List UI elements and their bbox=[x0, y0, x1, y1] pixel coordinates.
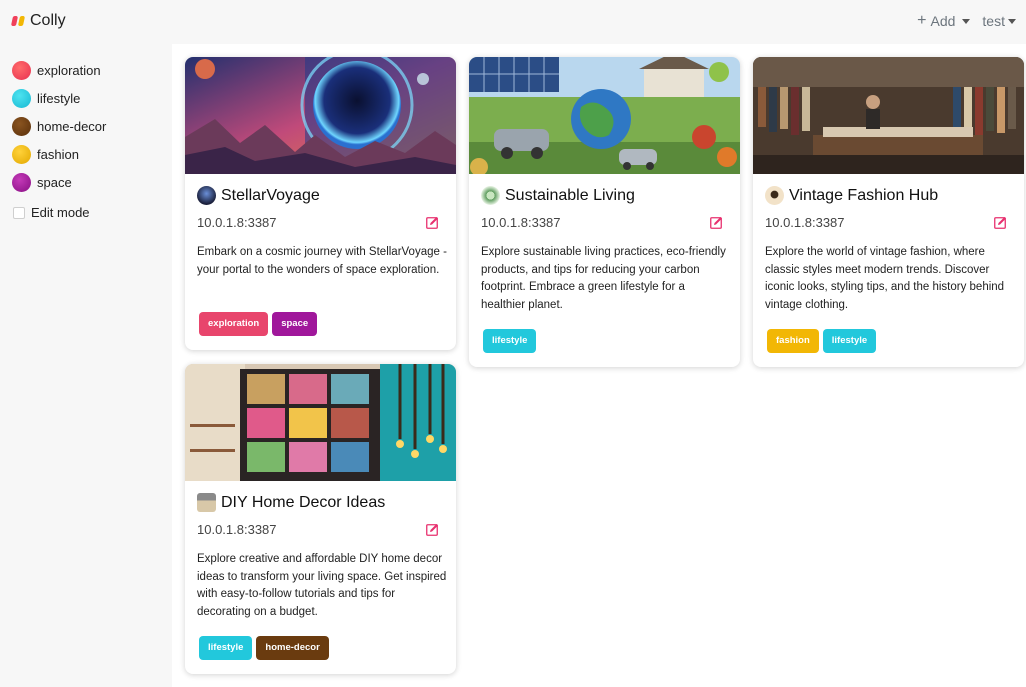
app-title: Colly bbox=[30, 12, 66, 29]
tag-fashion[interactable]: fashion bbox=[767, 329, 819, 353]
sidebar-item-home-decor[interactable]: home-decor bbox=[12, 117, 106, 136]
rocket-avatar-icon bbox=[197, 186, 216, 205]
category-color-dot bbox=[12, 89, 31, 108]
tag-lifestyle[interactable]: lifestyle bbox=[822, 329, 877, 353]
card-tags: fashion lifestyle bbox=[767, 329, 877, 353]
brand[interactable]: Colly bbox=[10, 12, 66, 30]
sidebar-item-label: exploration bbox=[37, 63, 101, 78]
sidebar-item-exploration[interactable]: exploration bbox=[12, 61, 101, 80]
tag-home-decor[interactable]: home-decor bbox=[256, 636, 329, 660]
card-thumbnail bbox=[185, 364, 456, 481]
sidebar-item-label: fashion bbox=[37, 147, 79, 162]
category-color-dot bbox=[12, 117, 31, 136]
card-title-row: Sustainable Living bbox=[481, 186, 635, 205]
card-thumbnail bbox=[185, 57, 456, 174]
house-avatar-icon bbox=[197, 493, 216, 512]
card-description: Embark on a cosmic journey with StellarV… bbox=[197, 246, 447, 276]
main-content: StellarVoyage 10.0.1.8:3387 Embark on a … bbox=[172, 44, 1026, 687]
card-title-row: StellarVoyage bbox=[197, 186, 320, 205]
add-dropdown-button[interactable]: + Add bbox=[917, 12, 971, 29]
card-title-row: DIY Home Decor Ideas bbox=[197, 493, 385, 512]
tag-lifestyle[interactable]: lifestyle bbox=[199, 636, 253, 660]
card-title[interactable]: Vintage Fashion Hub bbox=[789, 187, 938, 205]
caret-down-icon bbox=[962, 18, 971, 24]
card-description: Explore creative and affordable DIY home… bbox=[197, 553, 447, 618]
edit-mode-checkbox[interactable] bbox=[13, 206, 25, 219]
sidebar-item-label: space bbox=[37, 175, 72, 190]
card-host[interactable]: 10.0.1.8:3387 bbox=[765, 215, 845, 230]
tag-lifestyle[interactable]: lifestyle bbox=[483, 329, 537, 353]
card-host[interactable]: 10.0.1.8:3387 bbox=[197, 215, 277, 230]
edit-icon[interactable] bbox=[710, 216, 723, 229]
card-thumbnail bbox=[753, 57, 1024, 174]
top-navbar: Colly + Add test bbox=[0, 0, 1026, 44]
bookmark-card[interactable]: DIY Home Decor Ideas 10.0.1.8:3387 Explo… bbox=[185, 364, 456, 674]
bookmark-card[interactable]: Sustainable Living 10.0.1.8:3387 Explore… bbox=[469, 57, 740, 367]
edit-mode-toggle[interactable]: Edit mode bbox=[13, 205, 90, 220]
category-color-dot bbox=[12, 145, 31, 164]
tag-exploration[interactable]: exploration bbox=[199, 312, 269, 336]
caret-down-icon bbox=[1008, 18, 1016, 24]
sidebar-item-label: home-decor bbox=[37, 119, 107, 134]
card-host[interactable]: 10.0.1.8:3387 bbox=[481, 215, 561, 230]
sidebar-item-fashion[interactable]: fashion bbox=[12, 145, 79, 164]
card-thumbnail bbox=[469, 57, 740, 174]
colly-logo-icon bbox=[10, 16, 26, 26]
add-label: Add bbox=[930, 13, 956, 29]
sidebar-item-space[interactable]: space bbox=[12, 173, 72, 192]
card-title[interactable]: Sustainable Living bbox=[505, 187, 635, 205]
edit-icon[interactable] bbox=[426, 216, 439, 229]
user-label: test bbox=[982, 13, 1005, 29]
plus-icon: + bbox=[917, 12, 927, 29]
card-title[interactable]: DIY Home Decor Ideas bbox=[221, 494, 385, 512]
category-color-dot bbox=[12, 61, 31, 80]
card-host[interactable]: 10.0.1.8:3387 bbox=[197, 522, 277, 537]
edit-icon[interactable] bbox=[426, 523, 439, 536]
card-description: Explore sustainable living practices, ec… bbox=[481, 246, 726, 311]
card-tags: exploration space bbox=[199, 312, 318, 336]
card-title-row: Vintage Fashion Hub bbox=[765, 186, 938, 205]
edit-mode-label: Edit mode bbox=[31, 205, 90, 220]
sidebar-item-lifestyle[interactable]: lifestyle bbox=[12, 89, 80, 108]
category-color-dot bbox=[12, 173, 31, 192]
card-tags: lifestyle home-decor bbox=[199, 636, 329, 660]
leaf-avatar-icon bbox=[481, 186, 500, 205]
tag-space[interactable]: space bbox=[272, 312, 318, 336]
sidebar: exploration lifestyle home-decor fashion… bbox=[0, 44, 172, 687]
fashion-avatar-icon bbox=[765, 186, 784, 205]
sidebar-item-label: lifestyle bbox=[37, 91, 81, 106]
card-tags: lifestyle bbox=[483, 329, 537, 353]
card-title[interactable]: StellarVoyage bbox=[221, 187, 320, 205]
bookmark-card[interactable]: Vintage Fashion Hub 10.0.1.8:3387 Explor… bbox=[753, 57, 1024, 367]
user-dropdown-button[interactable]: test bbox=[982, 13, 1016, 29]
bookmark-card[interactable]: StellarVoyage 10.0.1.8:3387 Embark on a … bbox=[185, 57, 456, 350]
card-description: Explore the world of vintage fashion, wh… bbox=[765, 246, 1005, 311]
edit-icon[interactable] bbox=[994, 216, 1007, 229]
